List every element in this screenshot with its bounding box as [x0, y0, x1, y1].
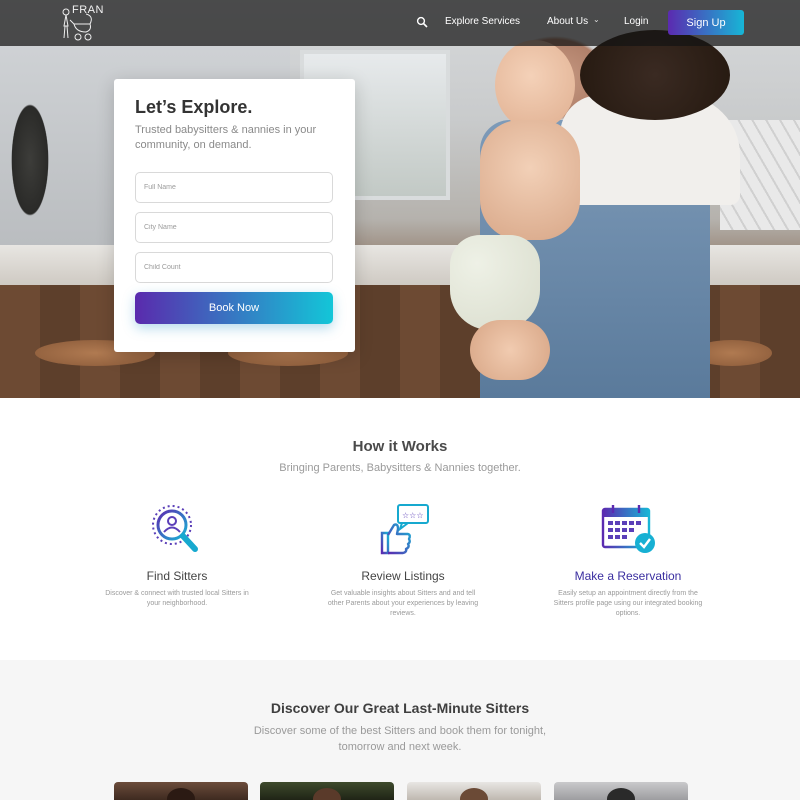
feature-title: Find Sitters [146, 569, 208, 583]
plant [0, 60, 80, 260]
feature-desc: Discover & connect with trusted local Si… [105, 590, 249, 607]
top-nav: FRAN Explore Services About Us ⌄ Login S… [0, 0, 800, 46]
feature-desc: Get valuable insights about Sitters and … [327, 590, 479, 617]
how-it-works-subtitle: Bringing Parents, Babysitters & Nannies … [279, 462, 521, 474]
feature-title: Make a Reservation [574, 569, 682, 583]
search-icon[interactable] [416, 16, 428, 28]
booking-card: Let’s Explore. Trusted babysitters & nan… [114, 79, 355, 352]
sitter-card-photo[interactable] [114, 782, 248, 800]
booking-tagline: Trusted babysitters & nannies in your co… [135, 124, 317, 151]
feature-desc: Easily setup an appointment directly fro… [553, 590, 703, 617]
feature-find-sitters: Find Sitters Discover & connect with tru… [87, 503, 267, 609]
how-it-works-section: How it Works Bringing Parents, Babysitte… [0, 398, 800, 660]
book-now-button[interactable]: Book Now [135, 292, 333, 324]
city-name-input[interactable] [135, 212, 333, 243]
feature-title: Review Listings [361, 569, 445, 583]
child-count-input[interactable] [135, 252, 333, 283]
nav-about-us[interactable]: About Us [547, 16, 588, 27]
nav-login[interactable]: Login [624, 16, 648, 27]
logo-text: FRAN [72, 4, 104, 16]
sitter-card-photo[interactable] [554, 782, 688, 800]
brand-logo[interactable]: FRAN [60, 4, 103, 42]
thumbs-up-review-icon: ☆☆☆ [376, 503, 430, 557]
how-it-works-title: How it Works [352, 438, 448, 455]
nav-explore-services[interactable]: Explore Services [445, 16, 520, 27]
feature-make-reservation: Make a Reservation Easily setup an appoi… [538, 503, 718, 619]
full-name-input[interactable] [135, 172, 333, 203]
chevron-down-icon[interactable]: ⌄ [593, 15, 600, 24]
sign-up-button[interactable]: Sign Up [668, 10, 744, 35]
svg-text:☆☆☆: ☆☆☆ [402, 511, 424, 520]
sitter-card-photo[interactable] [260, 782, 394, 800]
calendar-check-icon [601, 503, 655, 557]
booking-title: Let’s Explore. [135, 97, 253, 117]
sitters-title: Discover Our Great Last-Minute Sitters [270, 700, 530, 716]
sitters-subtitle: Discover some of the best Sitters and bo… [253, 725, 547, 753]
search-person-icon [150, 503, 204, 557]
sitters-section: Discover Our Great Last-Minute Sitters D… [0, 660, 800, 800]
feature-review-listings: ☆☆☆ Review Listings Get valuable insight… [313, 503, 493, 619]
sitter-card-photo[interactable] [407, 782, 541, 800]
baby-figure [440, 40, 610, 390]
